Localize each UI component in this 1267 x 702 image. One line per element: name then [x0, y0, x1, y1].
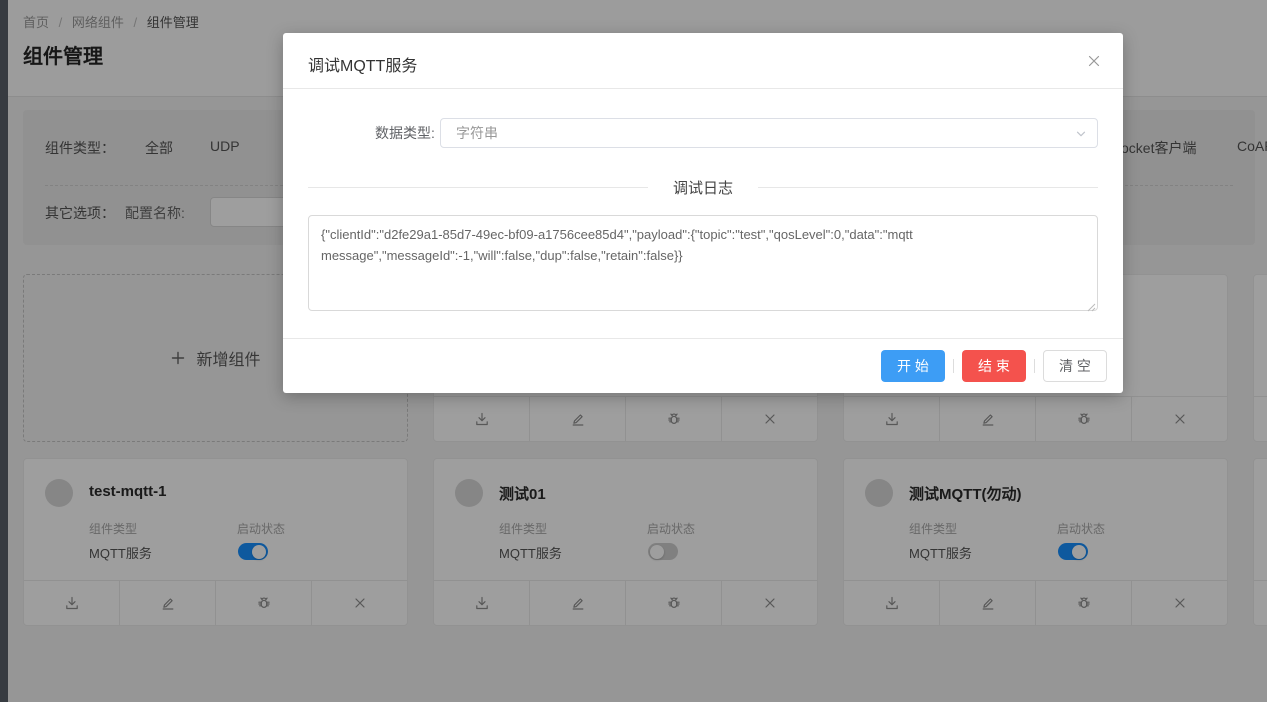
chevron-down-icon [1075, 127, 1087, 145]
start-button[interactable]: 开 始 [881, 350, 945, 382]
button-separator [1034, 359, 1035, 373]
data-type-selected-value: 字符串 [456, 119, 498, 147]
button-separator [953, 359, 954, 373]
modal-header: 调试MQTT服务 [283, 33, 1123, 89]
close-icon [1087, 54, 1101, 68]
data-type-select[interactable]: 字符串 [440, 118, 1098, 148]
divider-line [308, 187, 648, 188]
debug-mqtt-modal: 调试MQTT服务 数据类型: 字符串 调试日志 {"clientId":"d2f… [283, 33, 1123, 393]
modal-footer: 开 始 结 束 清 空 [283, 338, 1123, 393]
end-button[interactable]: 结 束 [962, 350, 1026, 382]
debug-log-title: 调试日志 [648, 177, 758, 198]
data-type-label: 数据类型: [375, 118, 435, 148]
modal-close-button[interactable] [1085, 52, 1103, 70]
debug-log-textarea[interactable]: {"clientId":"d2fe29a1-85d7-49ec-bf09-a17… [308, 215, 1098, 311]
clear-button[interactable]: 清 空 [1043, 350, 1107, 382]
debug-log-divider: 调试日志 [308, 177, 1098, 198]
divider-line [758, 187, 1098, 188]
modal-title: 调试MQTT服务 [308, 52, 417, 76]
